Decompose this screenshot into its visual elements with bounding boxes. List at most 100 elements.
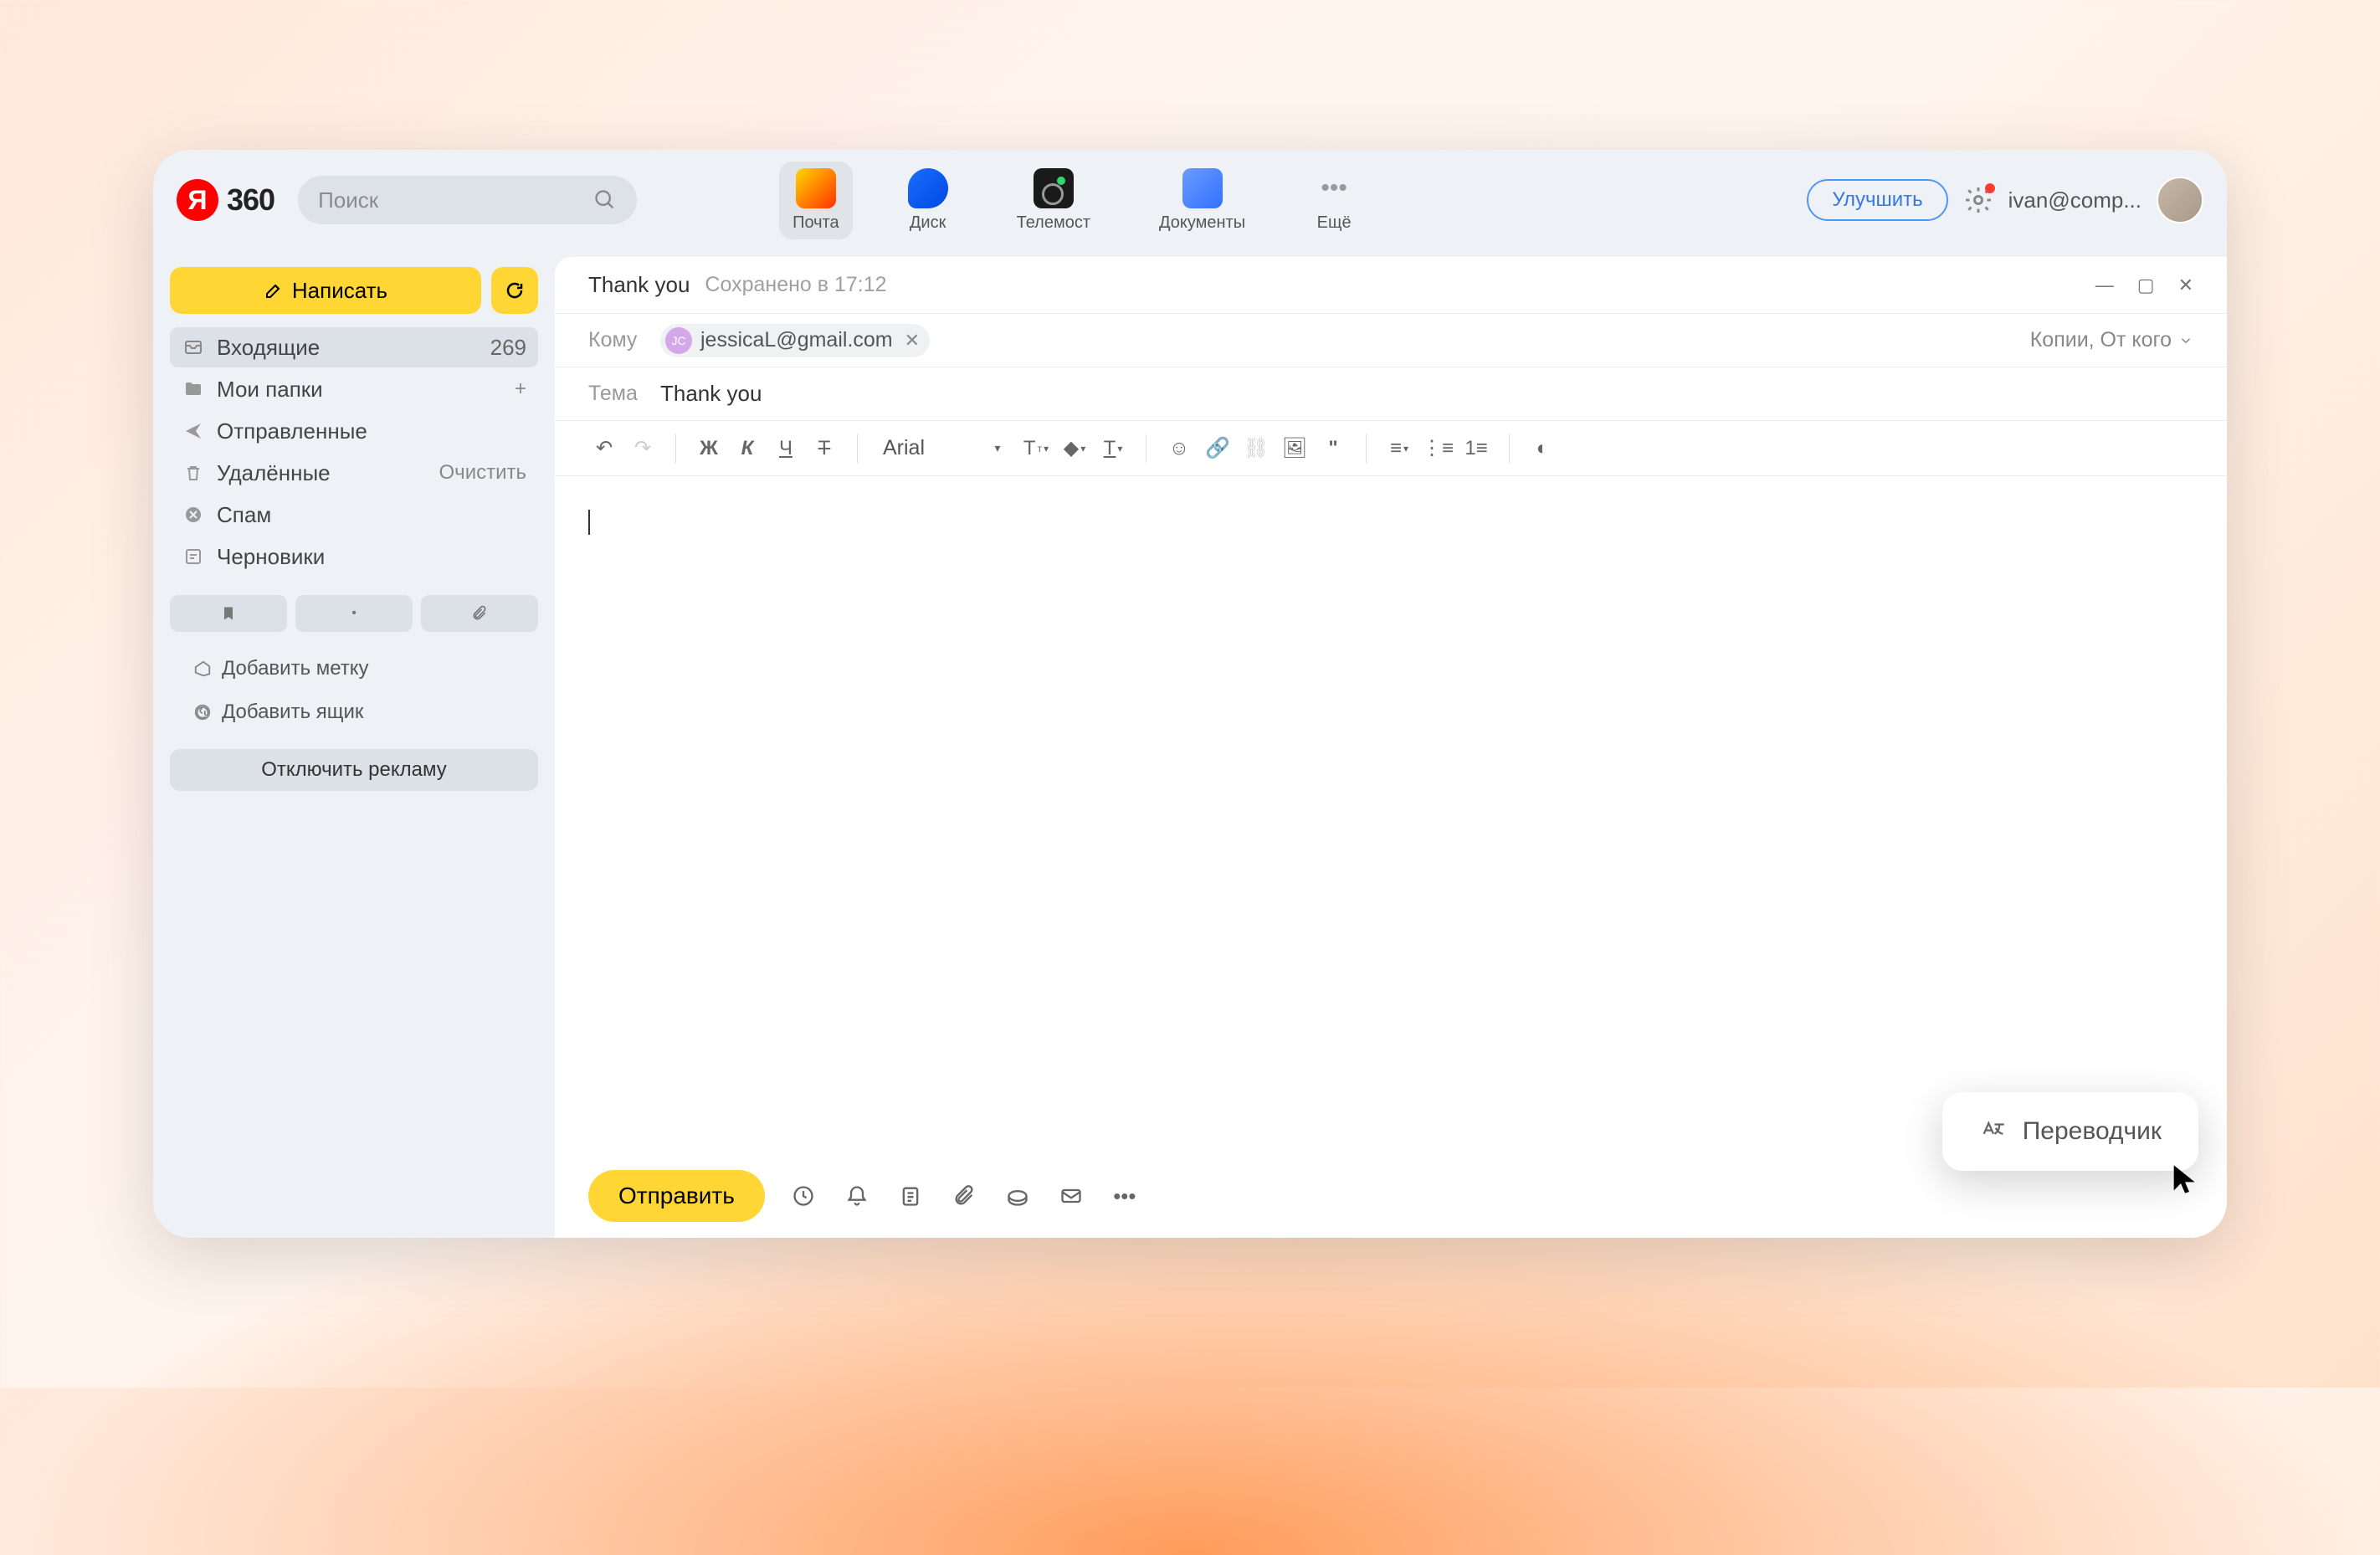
italic-button[interactable]: К xyxy=(731,433,763,464)
folder-drafts-label: Черновики xyxy=(217,544,526,570)
folder-inbox-label: Входящие xyxy=(217,335,479,361)
spam-icon xyxy=(182,503,205,526)
tab-disk-label: Диск xyxy=(910,213,946,233)
attach-disk-button[interactable] xyxy=(1003,1181,1033,1211)
body: Написать Входящие 269 xyxy=(153,250,2227,1238)
signature-button[interactable] xyxy=(1056,1181,1086,1211)
cc-label: Копии, От кого xyxy=(2030,328,2172,352)
bullet-list-button[interactable]: ⋮≡ xyxy=(1422,433,1454,464)
font-dropdown-icon[interactable]: ▾ xyxy=(982,433,1013,464)
chip-remove-icon[interactable]: ✕ xyxy=(905,330,920,352)
unlink-button[interactable]: ⛓ xyxy=(1240,433,1272,464)
font-size-button[interactable]: Tт▾ xyxy=(1020,433,1052,464)
tab-telemost[interactable]: Телемост xyxy=(1003,162,1104,239)
number-list-button[interactable]: 1≡ xyxy=(1460,433,1492,464)
sidebar-add-section: Добавить метку Добавить ящик xyxy=(170,650,538,731)
tab-more-label: Ещё xyxy=(1317,213,1352,233)
brand-logo[interactable]: Я 360 xyxy=(177,179,274,221)
reminder-button[interactable] xyxy=(842,1181,872,1211)
template-button[interactable] xyxy=(895,1181,926,1211)
compose-pane: Thank you Сохранено в 17:12 — ▢ ✕ Кому J… xyxy=(555,257,2227,1238)
sidebar-tab-dot[interactable]: • xyxy=(295,595,413,632)
subject-input[interactable]: Thank you xyxy=(660,381,762,407)
undo-button[interactable]: ↶ xyxy=(588,433,620,464)
cc-toggle[interactable]: Копии, От кого xyxy=(2030,328,2193,352)
tab-docs-label: Документы xyxy=(1159,213,1245,233)
clear-format-button[interactable]: T▾ xyxy=(1097,433,1129,464)
sidebar-tab-bookmark[interactable] xyxy=(170,595,287,632)
translate-icon xyxy=(1979,1117,2008,1146)
sidebar-tabs: • xyxy=(170,595,538,632)
folder-drafts[interactable]: Черновики xyxy=(170,536,538,577)
emoji-button[interactable]: ☺ xyxy=(1163,433,1195,464)
sidebar: Написать Входящие 269 xyxy=(153,250,555,1238)
compose-button[interactable]: Написать xyxy=(170,267,481,314)
add-label-button[interactable]: Добавить метку xyxy=(170,650,538,687)
disk-icon xyxy=(908,168,948,208)
app-tabs: Почта Диск Телемост Документы ••• Ещё xyxy=(779,162,1367,239)
user-email[interactable]: ivan@comp... xyxy=(2008,187,2141,213)
folder-trash[interactable]: Удалённые Очистить xyxy=(170,453,538,493)
translator-label: Переводчик xyxy=(2023,1117,2162,1146)
send-button[interactable]: Отправить xyxy=(588,1170,765,1222)
text-color-button[interactable]: ◆▾ xyxy=(1059,433,1090,464)
add-mailbox-text: Добавить ящик xyxy=(222,701,363,724)
folder-inbox[interactable]: Входящие 269 xyxy=(170,327,538,367)
settings-button[interactable] xyxy=(1963,185,1993,215)
folder-sent-label: Отправленные xyxy=(217,418,526,444)
cursor-icon xyxy=(2168,1162,2202,1196)
window-controls: — ▢ ✕ xyxy=(2095,275,2193,296)
disable-ads-button[interactable]: Отключить рекламу xyxy=(170,749,538,791)
eraser-button[interactable]: ◐ xyxy=(1526,433,1558,464)
underline-button[interactable]: Ч xyxy=(770,433,802,464)
translator-popup[interactable]: Переводчик xyxy=(1942,1092,2198,1171)
editor-body[interactable] xyxy=(555,476,2227,1154)
subject-row: Тема Thank you xyxy=(555,367,2227,421)
trash-icon xyxy=(182,461,205,485)
recipient-row: Кому JC jessicaL@gmail.com ✕ Копии, От к… xyxy=(555,314,2227,367)
recipient-chip[interactable]: JC jessicaL@gmail.com ✕ xyxy=(660,324,930,357)
tab-mail-label: Почта xyxy=(792,213,839,233)
folder-sent[interactable]: Отправленные xyxy=(170,411,538,451)
align-button[interactable]: ≡▾ xyxy=(1383,433,1415,464)
tab-disk[interactable]: Диск xyxy=(895,162,962,239)
link-button[interactable]: 🔗 xyxy=(1202,433,1234,464)
compose-header: Thank you Сохранено в 17:12 — ▢ ✕ xyxy=(555,257,2227,314)
telemost-icon xyxy=(1034,168,1074,208)
search-input[interactable]: Поиск xyxy=(298,176,637,224)
more-options-button[interactable]: ••• xyxy=(1110,1181,1140,1211)
redo-button[interactable]: ↷ xyxy=(627,433,659,464)
attach-file-button[interactable] xyxy=(949,1181,979,1211)
clear-trash-button[interactable]: Очистить xyxy=(439,461,526,485)
add-mailbox-button[interactable]: Добавить ящик xyxy=(170,694,538,731)
avatar[interactable] xyxy=(2157,177,2203,223)
add-label-text: Добавить метку xyxy=(222,657,369,680)
sidebar-tab-attach[interactable] xyxy=(421,595,538,632)
improve-button[interactable]: Улучшить xyxy=(1807,179,1947,221)
image-button[interactable]: 🖼 xyxy=(1279,433,1311,464)
tab-mail[interactable]: Почта xyxy=(779,162,853,239)
schedule-button[interactable] xyxy=(788,1181,818,1211)
minimize-button[interactable]: — xyxy=(2095,275,2114,296)
folder-my-label: Мои папки xyxy=(217,377,503,403)
folder-my[interactable]: Мои папки + xyxy=(170,369,538,409)
quote-button[interactable]: " xyxy=(1317,433,1349,464)
refresh-button[interactable] xyxy=(491,267,538,314)
add-folder-icon[interactable]: + xyxy=(515,377,526,401)
tab-more[interactable]: ••• Ещё xyxy=(1300,162,1367,239)
separator xyxy=(1509,434,1510,463)
close-button[interactable]: ✕ xyxy=(2178,275,2193,296)
folder-spam[interactable]: Спам xyxy=(170,495,538,535)
docs-icon xyxy=(1182,168,1223,208)
strikethrough-button[interactable]: Т xyxy=(808,433,840,464)
search-placeholder: Поиск xyxy=(318,187,593,213)
folder-list: Входящие 269 Мои папки + Отправленные xyxy=(170,327,538,577)
compose-row: Написать xyxy=(170,267,538,314)
separator xyxy=(675,434,676,463)
separator xyxy=(1366,434,1367,463)
bold-button[interactable]: Ж xyxy=(693,433,725,464)
maximize-button[interactable]: ▢ xyxy=(2137,275,2155,296)
tab-docs[interactable]: Документы xyxy=(1146,162,1259,239)
font-selector[interactable]: Arial xyxy=(875,436,975,460)
compose-label: Написать xyxy=(292,278,387,304)
